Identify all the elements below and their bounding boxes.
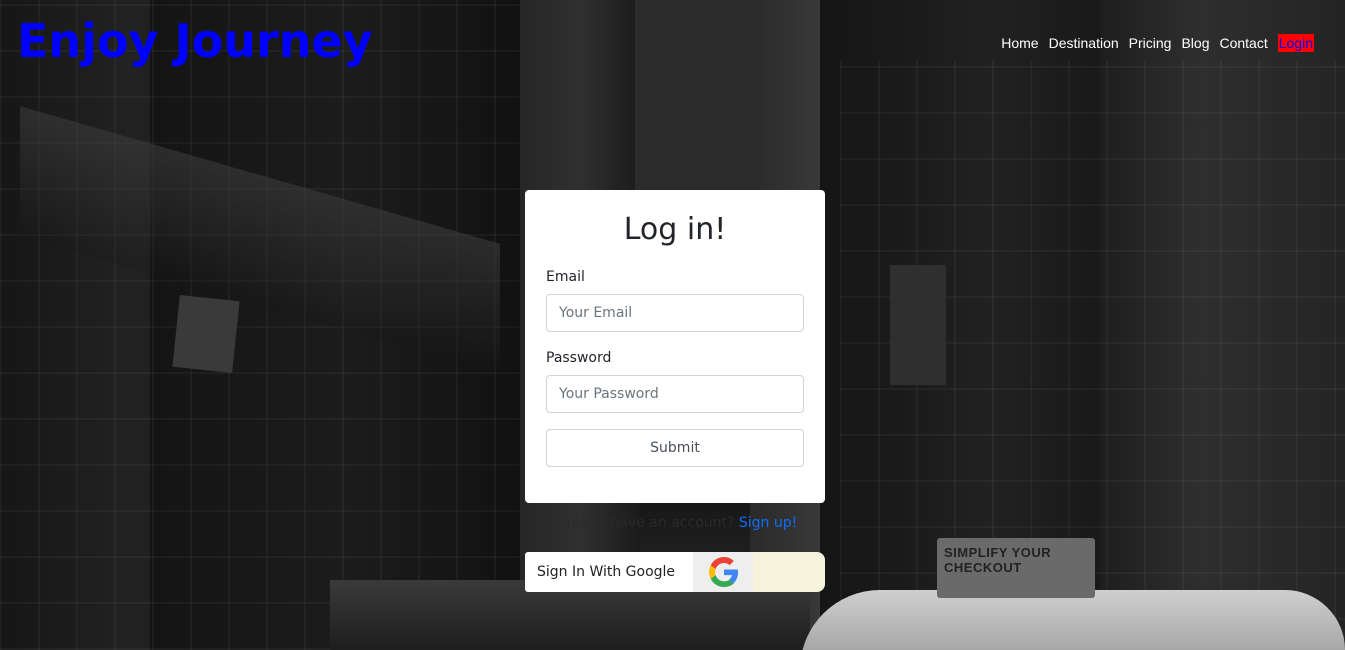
nav-blog[interactable]: Blog bbox=[1181, 33, 1209, 53]
brand-logo[interactable]: Enjoy Journey bbox=[17, 14, 373, 68]
login-title: Log in! bbox=[623, 212, 727, 247]
nav-login[interactable]: Login bbox=[1277, 34, 1314, 52]
email-field[interactable] bbox=[546, 294, 804, 332]
main-nav: Home Destination Pricing Blog Contact Lo… bbox=[1001, 33, 1314, 53]
nav-contact[interactable]: Contact bbox=[1219, 33, 1267, 53]
taxi bbox=[800, 590, 1345, 650]
nav-pricing[interactable]: Pricing bbox=[1129, 33, 1172, 53]
password-field[interactable] bbox=[546, 375, 804, 413]
google-icon bbox=[709, 557, 739, 587]
nav-destination[interactable]: Destination bbox=[1049, 33, 1119, 53]
google-signin-button[interactable]: Sign In With Google bbox=[525, 552, 825, 592]
street-sign bbox=[172, 295, 240, 373]
banner-sign bbox=[890, 265, 946, 385]
password-label: Password bbox=[546, 350, 612, 366]
google-signin-label: Sign In With Google bbox=[537, 564, 676, 580]
email-label: Email bbox=[546, 269, 585, 285]
nav-home[interactable]: Home bbox=[1001, 33, 1038, 53]
signup-prompt-text: Already have an account? bbox=[552, 515, 735, 531]
signup-prompt: Already have an account? Sign up! bbox=[525, 515, 825, 531]
taxi-sign-text: SIMPLIFY YOUR CHECKOUT bbox=[944, 545, 1052, 575]
building bbox=[635, 0, 755, 200]
submit-button[interactable]: Submit bbox=[546, 429, 804, 467]
signup-link[interactable]: Sign up! bbox=[739, 515, 797, 531]
login-form: Log in! Email Password Submit bbox=[525, 190, 825, 503]
